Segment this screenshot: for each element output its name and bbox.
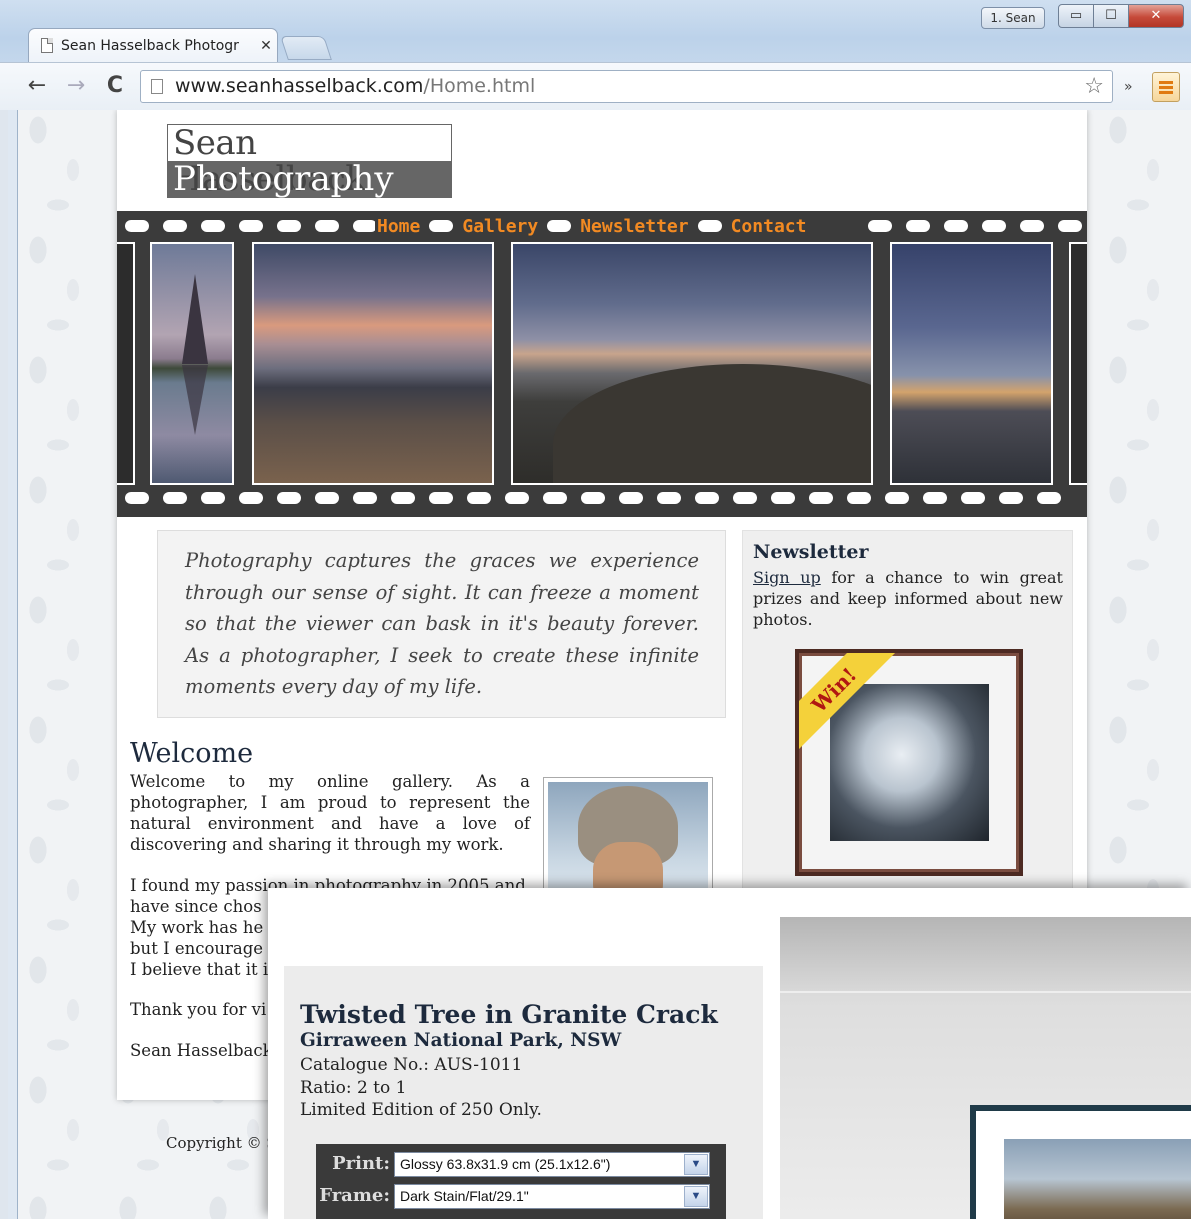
extensions-overflow-button[interactable]: » bbox=[1124, 79, 1133, 95]
film-frame-sunset bbox=[890, 242, 1053, 485]
new-tab-button[interactable] bbox=[280, 36, 332, 60]
logo-line-2: Photography bbox=[168, 161, 451, 197]
main-nav: Home Gallery Newsletter Contact bbox=[375, 213, 809, 239]
nav-contact[interactable]: Contact bbox=[729, 216, 809, 237]
nav-newsletter[interactable]: Newsletter bbox=[578, 216, 690, 237]
frame-label: Frame: bbox=[319, 1185, 390, 1206]
tab-close-icon[interactable]: ✕ bbox=[255, 38, 277, 54]
frame-select[interactable]: Dark Stain/Flat/29.1" ▼ bbox=[394, 1184, 710, 1209]
bookmark-star-icon[interactable]: ☆ bbox=[1084, 71, 1104, 102]
framed-artwork-preview bbox=[970, 1105, 1191, 1219]
catalogue-number: Catalogue No.: AUS-1011 bbox=[300, 1055, 523, 1075]
room-preview bbox=[780, 917, 1191, 1219]
print-option-row: Print: Glossy 63.8x31.9 cm (25.1x12.6") … bbox=[316, 1150, 726, 1178]
product-overlay-window: Twisted Tree in Granite Crack Girraween … bbox=[268, 888, 1191, 1219]
newsletter-text: Sign up for a chance to win great prizes… bbox=[753, 568, 1063, 629]
menu-icon[interactable] bbox=[1152, 72, 1180, 102]
print-select[interactable]: Glossy 63.8x31.9 cm (25.1x12.6") ▼ bbox=[394, 1152, 710, 1177]
nav-gallery[interactable]: Gallery bbox=[460, 216, 540, 237]
url-domain: www.seanhasselback.com bbox=[175, 75, 424, 97]
minimize-button[interactable]: ▭ bbox=[1058, 4, 1094, 28]
film-perforations-top bbox=[125, 220, 377, 234]
prize-image[interactable]: Win! bbox=[795, 649, 1023, 876]
browser-toolbar: ← → C www.seanhasselback.com/Home.html ☆… bbox=[0, 62, 1191, 110]
product-title: Twisted Tree in Granite Crack bbox=[300, 1000, 718, 1029]
newsletter-title: Newsletter bbox=[753, 541, 869, 563]
tab-title: Sean Hasselback Photogr bbox=[61, 37, 239, 54]
print-label: Print: bbox=[332, 1153, 390, 1174]
edition-info: Limited Edition of 250 Only. bbox=[300, 1100, 542, 1120]
film-frame bbox=[1069, 242, 1087, 485]
film-frame-beach bbox=[252, 242, 494, 485]
film-perforations-top-right bbox=[868, 220, 1082, 234]
address-bar[interactable]: www.seanhasselback.com/Home.html ☆ bbox=[140, 70, 1113, 103]
copyright-text: Copyright © S bbox=[166, 1134, 277, 1152]
film-frame-eiffel bbox=[150, 242, 234, 485]
newsletter-panel: Newsletter Sign up for a chance to win g… bbox=[742, 530, 1073, 890]
welcome-signature: Sean Hasselback bbox=[130, 1041, 273, 1060]
page-icon bbox=[151, 79, 163, 94]
browser-chrome: Sean Hasselback Photogr ✕ 1. Sean ▭ ☐ ✕ … bbox=[0, 0, 1191, 110]
filmstrip-banner: Home Gallery Newsletter Contact bbox=[117, 211, 1087, 517]
close-window-button[interactable]: ✕ bbox=[1128, 4, 1184, 28]
intro-quote: Photography captures the graces we exper… bbox=[157, 530, 726, 718]
nav-home[interactable]: Home bbox=[375, 216, 422, 237]
waterfall-photo bbox=[830, 684, 989, 841]
page-icon bbox=[41, 38, 53, 53]
url-path: /Home.html bbox=[423, 75, 536, 97]
chevron-down-icon[interactable]: ▼ bbox=[684, 1186, 708, 1207]
author-portrait bbox=[543, 777, 713, 912]
film-perforations-bottom bbox=[125, 492, 1061, 506]
window-left-border bbox=[8, 110, 18, 1219]
back-arrow-icon[interactable]: ← bbox=[24, 73, 50, 99]
forward-arrow-icon[interactable]: → bbox=[63, 73, 89, 99]
purchase-options: Print: Glossy 63.8x31.9 cm (25.1x12.6") … bbox=[316, 1144, 726, 1219]
product-info-panel: Twisted Tree in Granite Crack Girraween … bbox=[284, 966, 763, 1219]
film-frame bbox=[117, 242, 135, 485]
welcome-paragraph-1: Welcome to my online gallery. As a photo… bbox=[130, 772, 530, 854]
signup-link[interactable]: Sign up bbox=[753, 568, 821, 587]
product-location: Girraween National Park, NSW bbox=[300, 1030, 622, 1051]
film-frame-dune bbox=[511, 242, 873, 485]
reload-icon[interactable]: C bbox=[102, 73, 128, 99]
frame-option-row: Frame: Dark Stain/Flat/29.1" ▼ bbox=[316, 1182, 726, 1210]
welcome-heading: Welcome bbox=[130, 738, 254, 769]
chevron-down-icon[interactable]: ▼ bbox=[684, 1154, 708, 1175]
aspect-ratio: Ratio: 2 to 1 bbox=[300, 1078, 407, 1098]
welcome-paragraph-3: Thank you for vi bbox=[130, 1000, 267, 1019]
profile-button[interactable]: 1. Sean bbox=[981, 7, 1045, 29]
site-logo[interactable]: Sean Hasselback Photography bbox=[167, 124, 452, 198]
maximize-button[interactable]: ☐ bbox=[1093, 4, 1129, 28]
browser-tab[interactable]: Sean Hasselback Photogr ✕ bbox=[28, 28, 278, 62]
logo-line-1: Sean Hasselback bbox=[168, 125, 451, 197]
